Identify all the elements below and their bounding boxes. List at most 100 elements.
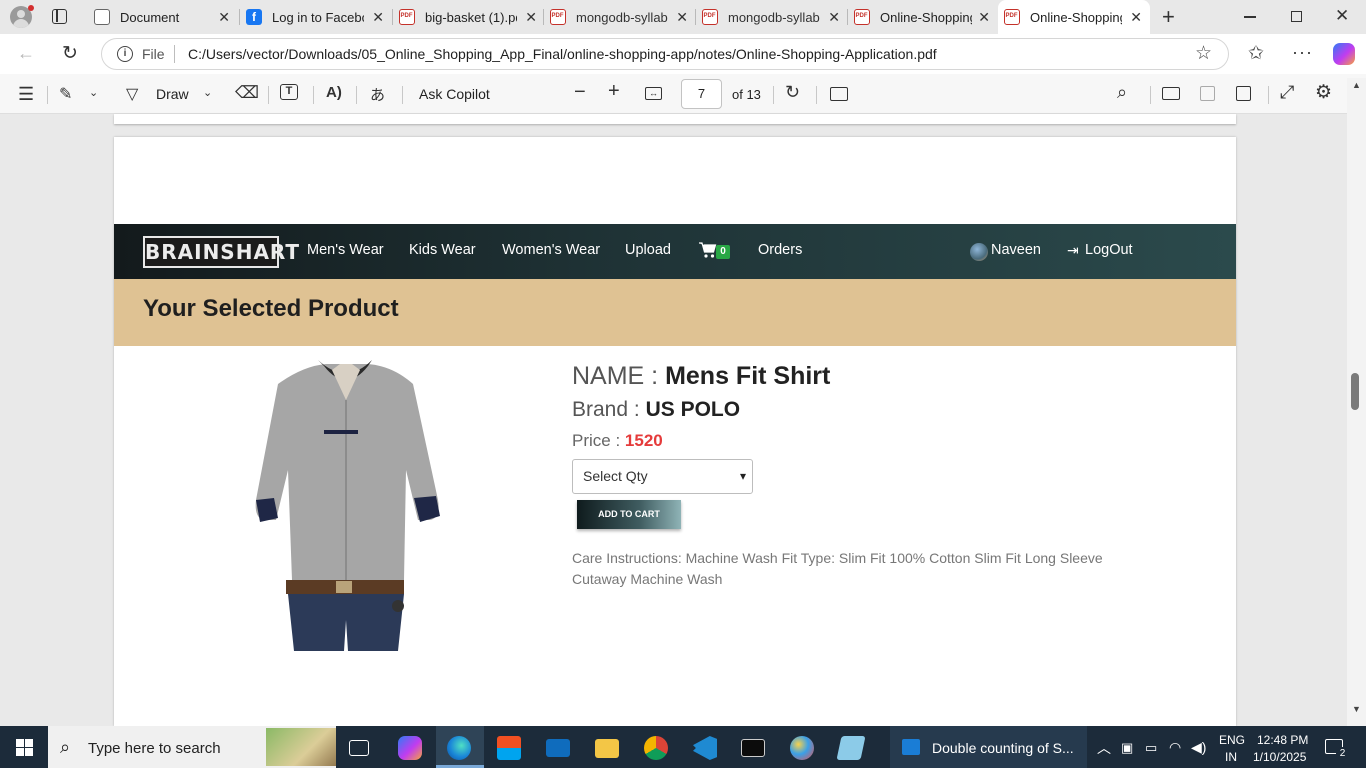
fit-to-width-icon[interactable]: ↔ bbox=[645, 87, 662, 100]
draw-icon[interactable]: ▽ bbox=[126, 84, 138, 104]
close-tab-icon[interactable]: ✕ bbox=[1130, 9, 1142, 26]
mail-icon[interactable] bbox=[546, 739, 570, 757]
tab-mongodb-1[interactable]: mongodb-syllab ✕ bbox=[544, 0, 696, 34]
language-bottom[interactable]: IN bbox=[1225, 750, 1237, 764]
nav-logout[interactable]: LogOut bbox=[1085, 242, 1133, 258]
restore-icon[interactable] bbox=[1291, 11, 1302, 22]
notepad-icon[interactable] bbox=[836, 736, 866, 760]
eraser-icon[interactable]: ⌫ bbox=[235, 83, 259, 103]
url-text[interactable]: C:/Users/vector/Downloads/05_Online_Shop… bbox=[188, 46, 937, 62]
previous-page-edge bbox=[114, 114, 1236, 124]
search-icon: ⌕ bbox=[60, 737, 71, 757]
translate-icon[interactable]: あ bbox=[370, 84, 385, 105]
logout-icon[interactable]: ⇥ bbox=[1067, 242, 1079, 259]
save-icon[interactable] bbox=[1200, 86, 1215, 101]
taskbar-search-placeholder[interactable]: Type here to search bbox=[88, 740, 221, 757]
show-hidden-icons[interactable]: ︿ bbox=[1097, 738, 1111, 758]
minimize-icon[interactable] bbox=[1244, 16, 1256, 18]
tab-mongodb-2[interactable]: mongodb-syllab ✕ bbox=[696, 0, 848, 34]
clock-time[interactable]: 12:48 PM bbox=[1257, 733, 1308, 747]
chevron-down-icon[interactable]: ⌄ bbox=[203, 86, 212, 99]
scroll-up-icon[interactable]: ▲ bbox=[1352, 80, 1361, 90]
close-tab-icon[interactable]: ✕ bbox=[525, 9, 537, 26]
cart-count-badge: 0 bbox=[716, 245, 730, 259]
store-icon[interactable] bbox=[497, 736, 521, 760]
scroll-down-icon[interactable]: ▼ bbox=[1352, 704, 1361, 714]
quantity-select[interactable]: Select Qty ▾ bbox=[572, 459, 753, 494]
language-top[interactable]: ENG bbox=[1219, 733, 1245, 747]
chevron-down-icon: ▾ bbox=[739, 469, 746, 483]
tab-actions-icon[interactable] bbox=[52, 9, 67, 24]
facebook-icon: f bbox=[246, 9, 262, 25]
windows-start-icon[interactable] bbox=[16, 739, 33, 756]
nav-womens-wear[interactable]: Women's Wear bbox=[502, 242, 600, 258]
terminal-icon[interactable] bbox=[741, 739, 765, 757]
quantity-select-value: Select Qty bbox=[583, 468, 648, 484]
chevron-down-icon[interactable]: ⌄ bbox=[89, 86, 98, 99]
scheme-label: File bbox=[142, 46, 165, 62]
close-window-icon[interactable]: ✕ bbox=[1335, 6, 1349, 26]
ask-copilot-button[interactable]: Ask Copilot bbox=[419, 86, 490, 102]
product-price: 1520 bbox=[624, 431, 663, 450]
scrollbar-thumb[interactable] bbox=[1351, 373, 1359, 410]
nav-kids-wear[interactable]: Kids Wear bbox=[409, 242, 476, 258]
file-explorer-icon[interactable] bbox=[595, 739, 619, 758]
fullscreen-icon[interactable]: ⤢ bbox=[1280, 82, 1294, 103]
tab-online-shopping-1[interactable]: Online-Shopping ✕ bbox=[848, 0, 998, 34]
tab-online-shopping-active[interactable]: Online-Shopping ✕ bbox=[998, 0, 1150, 34]
favorites-icon[interactable]: ✩ bbox=[1248, 42, 1264, 65]
highlight-icon[interactable]: ✎ bbox=[59, 84, 72, 104]
edge-icon[interactable] bbox=[447, 736, 471, 760]
info-icon[interactable]: i bbox=[117, 46, 133, 62]
save-as-icon[interactable] bbox=[1236, 86, 1251, 101]
rotate-icon[interactable]: ↻ bbox=[785, 82, 800, 103]
nav-user-name[interactable]: Naveen bbox=[991, 242, 1041, 258]
print-icon[interactable] bbox=[1162, 87, 1180, 100]
more-options-icon[interactable]: ··· bbox=[1292, 42, 1313, 63]
nav-orders[interactable]: Orders bbox=[758, 242, 802, 258]
nav-mens-wear[interactable]: Men's Wear bbox=[307, 242, 384, 258]
battery-icon[interactable]: ▭ bbox=[1145, 740, 1157, 756]
page-number-input[interactable]: 7 bbox=[681, 79, 722, 109]
close-tab-icon[interactable]: ✕ bbox=[828, 9, 840, 26]
page-view-icon[interactable] bbox=[830, 87, 848, 101]
contents-icon[interactable]: ☰ bbox=[18, 84, 34, 105]
refresh-icon[interactable]: ↻ bbox=[62, 42, 78, 65]
search-icon[interactable]: ⌕ bbox=[1117, 82, 1127, 103]
copilot-taskbar-icon[interactable] bbox=[398, 736, 422, 760]
copilot-icon[interactable] bbox=[1333, 43, 1355, 65]
pdf-icon bbox=[854, 9, 870, 25]
page-total: of 13 bbox=[732, 87, 761, 102]
tab-document[interactable]: Document ✕ bbox=[86, 0, 238, 34]
close-tab-icon[interactable]: ✕ bbox=[978, 9, 990, 26]
chrome-icon[interactable] bbox=[644, 736, 668, 760]
meet-now-icon[interactable]: ▣ bbox=[1121, 740, 1133, 756]
text-box-icon[interactable]: T bbox=[280, 84, 298, 100]
close-tab-icon[interactable]: ✕ bbox=[676, 9, 688, 26]
wifi-icon[interactable]: ◠ bbox=[1169, 739, 1181, 756]
paint-icon[interactable] bbox=[790, 736, 814, 760]
tab-facebook[interactable]: f Log in to Facebo ✕ bbox=[240, 0, 392, 34]
cart-icon[interactable] bbox=[698, 240, 718, 260]
product-price-row: Price : 1520 bbox=[572, 431, 663, 451]
new-tab-icon[interactable]: + bbox=[1162, 4, 1175, 30]
tab-big-basket[interactable]: big-basket (1).pd ✕ bbox=[393, 0, 545, 34]
selected-product-banner: Your Selected Product bbox=[114, 279, 1236, 346]
user-avatar bbox=[970, 243, 988, 261]
clock-date[interactable]: 1/10/2025 bbox=[1253, 750, 1306, 764]
volume-icon[interactable]: ◀) bbox=[1191, 739, 1206, 756]
draw-label[interactable]: Draw bbox=[156, 86, 189, 102]
back-icon[interactable]: ← bbox=[17, 43, 35, 64]
nav-upload[interactable]: Upload bbox=[625, 242, 671, 258]
task-view-icon[interactable] bbox=[349, 740, 369, 756]
favorite-star-icon[interactable]: ☆ bbox=[1195, 42, 1212, 65]
zoom-out-icon[interactable]: − bbox=[574, 81, 586, 104]
close-tab-icon[interactable]: ✕ bbox=[372, 9, 384, 26]
read-aloud-icon[interactable]: A) bbox=[326, 84, 342, 101]
zoom-in-icon[interactable]: + bbox=[608, 80, 620, 103]
active-window-title[interactable]: Double counting of S... bbox=[932, 740, 1074, 756]
close-tab-icon[interactable]: ✕ bbox=[218, 9, 230, 26]
add-to-cart-button[interactable]: ADD TO CART bbox=[577, 500, 681, 529]
notification-dot bbox=[28, 5, 34, 11]
settings-icon[interactable]: ⚙ bbox=[1315, 81, 1332, 104]
